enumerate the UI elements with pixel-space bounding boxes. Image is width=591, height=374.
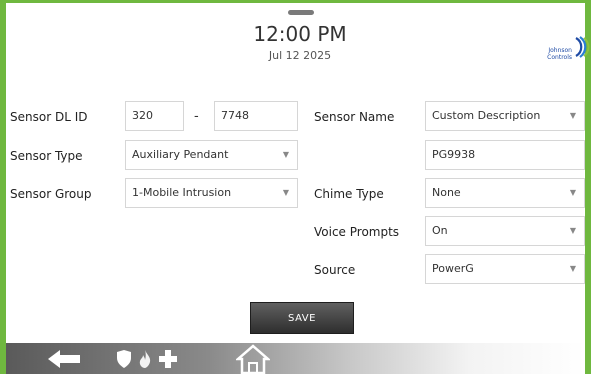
source-label: Source xyxy=(314,263,356,277)
sensor-name-select[interactable]: Custom Description ▼ xyxy=(425,101,585,131)
sensor-dl-id-separator: - xyxy=(194,109,199,124)
sensor-name-value: Custom Description xyxy=(432,109,541,122)
sensor-group-select[interactable]: 1-Mobile Intrusion ▼ xyxy=(125,178,298,208)
fire-icon[interactable] xyxy=(138,349,152,369)
sensor-name-label: Sensor Name xyxy=(314,110,395,124)
source-select[interactable]: PowerG ▼ xyxy=(425,254,585,284)
sensor-type-label: Sensor Type xyxy=(10,149,83,163)
back-arrow-icon[interactable] xyxy=(46,348,82,370)
bottom-nav-bar xyxy=(6,343,585,374)
save-button[interactable]: SAVE xyxy=(250,302,354,334)
source-value: PowerG xyxy=(432,262,474,275)
sensor-custom-description-input[interactable]: PG9938 xyxy=(425,140,585,170)
sensor-group-value: 1-Mobile Intrusion xyxy=(132,186,232,199)
chime-type-select[interactable]: None ▼ xyxy=(425,178,585,208)
sensor-dl-id-part2-input[interactable]: 7748 xyxy=(214,101,298,131)
brand-logo: Johnson Controls xyxy=(536,36,590,62)
voice-prompts-label: Voice Prompts xyxy=(314,225,400,239)
chime-type-label: Chime Type xyxy=(314,187,384,201)
sensor-type-select[interactable]: Auxiliary Pendant ▼ xyxy=(125,140,298,170)
brand-name: Johnson Controls xyxy=(547,47,572,61)
chevron-down-icon: ▼ xyxy=(569,188,576,197)
clock-time: 12:00 PM xyxy=(253,22,347,46)
sensor-dl-id-label: Sensor DL ID xyxy=(10,110,88,124)
voice-prompts-select[interactable]: On ▼ xyxy=(425,216,585,246)
chevron-down-icon: ▼ xyxy=(569,226,576,235)
medical-cross-icon[interactable] xyxy=(158,349,178,369)
sensor-group-label: Sensor Group xyxy=(10,187,92,201)
home-icon[interactable] xyxy=(236,344,270,374)
chevron-down-icon: ▼ xyxy=(569,111,576,120)
chevron-down-icon: ▼ xyxy=(569,264,576,273)
shield-icon[interactable] xyxy=(116,349,132,369)
sensor-type-value: Auxiliary Pendant xyxy=(132,148,229,161)
chevron-down-icon: ▼ xyxy=(282,150,289,159)
brand-mark-icon xyxy=(575,36,590,58)
chevron-down-icon: ▼ xyxy=(282,188,289,197)
voice-prompts-value: On xyxy=(432,224,448,237)
pull-down-handle[interactable] xyxy=(288,10,314,15)
clock-date: Jul 12 2025 xyxy=(268,49,332,62)
sensor-dl-id-part1-input[interactable]: 320 xyxy=(125,101,184,131)
chime-type-value: None xyxy=(432,186,461,199)
